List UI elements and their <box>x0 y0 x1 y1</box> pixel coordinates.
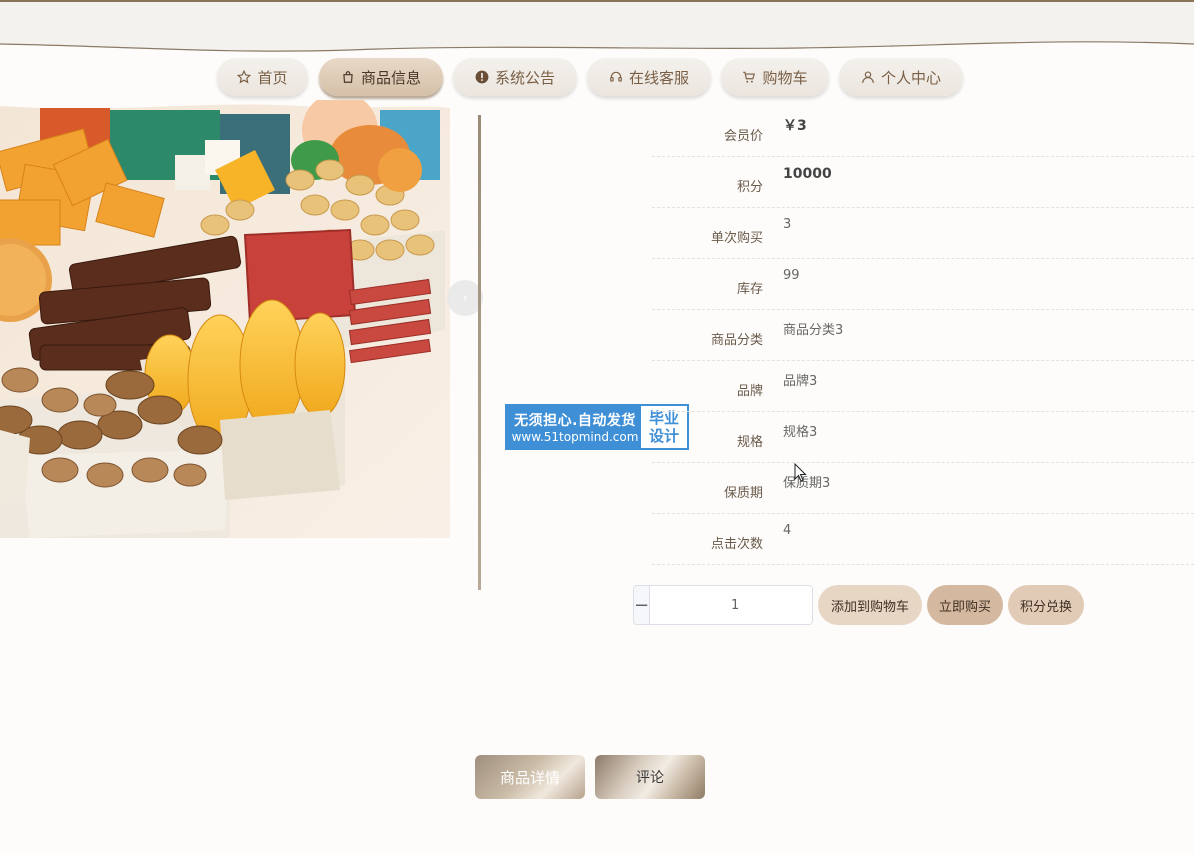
nav-cart[interactable]: 购物车 <box>721 58 829 96</box>
detail-label: 会员价 <box>723 129 763 144</box>
star-icon <box>237 70 252 84</box>
headset-icon <box>609 70 623 84</box>
detail-row-stock: 库存 99 <box>652 259 1194 310</box>
detail-row-click-count: 点击次数 4 <box>652 514 1194 565</box>
tab-comments[interactable]: 评论 <box>595 755 705 799</box>
detail-row-spec: 规格 规格3 <box>652 412 1194 463</box>
detail-row-member-price: 会员价 ￥3 <box>652 106 1194 157</box>
watermark-line1: 无须担心.自动发货 <box>514 413 636 429</box>
tab-product-detail[interactable]: 商品详情 <box>475 755 585 799</box>
main-nav: 首页 商品信息 系统公告 在线客服 购物车 个人中心 <box>0 56 1194 100</box>
buy-now-button[interactable]: 立即购买 <box>927 585 1003 625</box>
product-image <box>0 100 450 538</box>
detail-label: 库存 <box>736 282 763 297</box>
nav-support-label: 在线客服 <box>628 68 689 87</box>
detail-row-points: 积分 10000 <box>652 157 1194 208</box>
tab-comments-label: 评论 <box>636 770 664 786</box>
nav-home-label: 首页 <box>257 68 288 87</box>
quantity-stepper: − + <box>633 585 813 625</box>
cart-icon <box>742 70 756 84</box>
detail-row-brand: 品牌 品牌3 <box>652 361 1194 412</box>
detail-value: 品牌3 <box>783 374 818 389</box>
add-to-cart-button[interactable]: 添加到购物车 <box>818 585 922 625</box>
nav-products[interactable]: 商品信息 <box>319 58 443 96</box>
detail-label: 积分 <box>736 180 763 195</box>
nav-announcements[interactable]: 系统公告 <box>453 58 577 96</box>
detail-value: 规格3 <box>783 425 818 440</box>
detail-value: 99 <box>783 268 800 283</box>
nav-products-label: 商品信息 <box>360 68 421 87</box>
top-wave-banner <box>0 0 1194 52</box>
minus-icon: − <box>634 594 650 616</box>
detail-label: 规格 <box>736 435 763 450</box>
points-redeem-button[interactable]: 积分兑换 <box>1008 585 1084 625</box>
chevron-right-icon: › <box>462 290 468 306</box>
warning-icon <box>475 70 489 84</box>
detail-label: 品牌 <box>736 384 763 399</box>
detail-row-single-purchase: 单次购买 3 <box>652 208 1194 259</box>
detail-value: 3 <box>783 217 792 232</box>
user-icon <box>861 70 875 84</box>
vertical-divider <box>478 115 481 590</box>
nav-profile-label: 个人中心 <box>880 68 941 87</box>
mouse-cursor-icon <box>794 463 807 482</box>
nav-cart-label: 购物车 <box>762 68 808 87</box>
quantity-input[interactable] <box>650 586 812 624</box>
detail-value: 4 <box>783 523 792 538</box>
detail-value: 10000 <box>783 166 832 182</box>
watermark-url: www.51topmind.com <box>511 430 639 444</box>
detail-label: 点击次数 <box>710 537 763 552</box>
detail-row-category: 商品分类 商品分类3 <box>652 310 1194 361</box>
detail-label: 保质期 <box>723 486 763 501</box>
detail-value: ￥3 <box>783 118 807 134</box>
tab-product-detail-label: 商品详情 <box>499 768 560 787</box>
detail-label: 商品分类 <box>710 333 763 348</box>
detail-label: 单次购买 <box>710 231 763 246</box>
snack-illustration <box>0 100 450 538</box>
watermark-text: 无须担心.自动发货 www.51topmind.com <box>507 406 641 448</box>
nav-home[interactable]: 首页 <box>217 58 308 96</box>
nav-announcements-label: 系统公告 <box>494 68 555 87</box>
nav-support[interactable]: 在线客服 <box>587 58 711 96</box>
decrease-quantity-button[interactable]: − <box>634 586 651 624</box>
nav-profile[interactable]: 个人中心 <box>839 58 963 96</box>
detail-row-shelf-life: 保质期 保质期3 <box>652 463 1194 514</box>
detail-value: 商品分类3 <box>783 323 844 338</box>
shopping-bag-icon <box>341 70 355 84</box>
